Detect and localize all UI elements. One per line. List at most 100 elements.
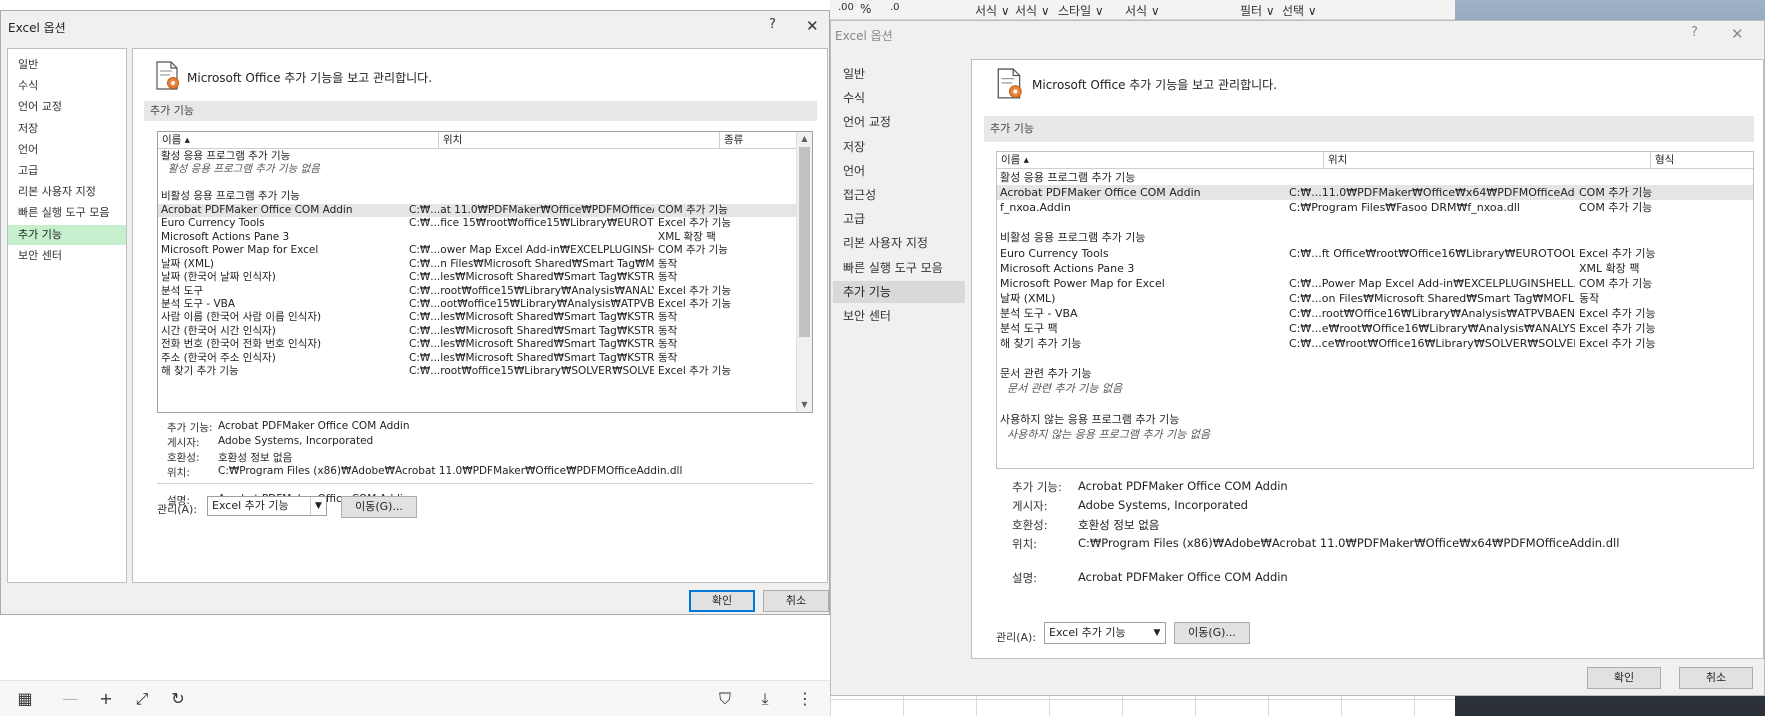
ribbon-item[interactable]: 스타일 ∨: [1058, 2, 1104, 19]
ok-button[interactable]: 확인: [1587, 667, 1661, 689]
dialog-title: Excel 옵션: [8, 21, 66, 35]
nav-item[interactable]: 언어 교정: [833, 111, 965, 133]
column-header-type[interactable]: 형식: [1651, 152, 1753, 169]
table-row[interactable]: 시간 (한국어 시간 인식자) C:₩...les₩Microsoft Share…: [158, 325, 796, 338]
table-row[interactable]: Euro Currency Tools C:₩...ft Office₩root₩…: [997, 246, 1753, 261]
ok-button[interactable]: 확인: [689, 590, 755, 612]
nav-item[interactable]: 고급: [833, 208, 965, 230]
help-button[interactable]: ?: [769, 17, 776, 32]
table-row: [158, 177, 796, 190]
table-row[interactable]: Microsoft Actions Pane 3 XML 확장 팩: [158, 231, 796, 244]
table-row[interactable]: 사람 이름 (한국어 사람 이름 인식자) C:₩...les₩Microsoft…: [158, 311, 796, 324]
go-button[interactable]: 이동(G)...: [1174, 622, 1250, 644]
nav-item[interactable]: 접근성: [833, 184, 965, 206]
nav-item[interactable]: 일반: [8, 55, 126, 75]
detail-label: 게시자:: [1012, 499, 1048, 513]
nav-item[interactable]: 리본 사용자 지정: [8, 182, 126, 202]
go-button[interactable]: 이동(G)...: [341, 496, 417, 518]
table-row[interactable]: Microsoft Power Map for Excel C:₩...Power…: [997, 276, 1753, 291]
list-scrollbar[interactable]: ▲ ▼: [796, 132, 812, 412]
addin-name: 해 찾기 추가 기능: [161, 365, 239, 378]
column-header-name[interactable]: 이름 ▴: [158, 132, 439, 149]
nav-item[interactable]: 빠른 실행 도구 모음: [8, 203, 126, 223]
cancel-button[interactable]: 취소: [763, 590, 829, 612]
nav-item[interactable]: 수식: [833, 87, 965, 109]
download-icon[interactable]: ⤓: [755, 689, 775, 709]
column-header-location[interactable]: 위치: [1324, 152, 1651, 169]
nav-item[interactable]: 일반: [833, 63, 965, 85]
scroll-down-arrow-icon[interactable]: ▼: [797, 398, 812, 412]
table-row[interactable]: 분석 도구 - VBA C:₩...root₩Office16₩Library₩A…: [997, 306, 1753, 321]
nav-item[interactable]: 저장: [8, 119, 126, 139]
table-row[interactable]: 날짜 (XML) C:₩...n Files₩Microsoft Shared₩S…: [158, 258, 796, 271]
help-button[interactable]: ?: [1691, 25, 1698, 40]
nav-item[interactable]: 빠른 실행 도구 모음: [833, 257, 965, 279]
nav-item[interactable]: 수식: [8, 76, 126, 96]
addins-list[interactable]: 이름 ▴ 위치 종류 활성 응용 프로그램 추가 기능 활성 응용 프로그램 추가…: [157, 131, 813, 413]
addin-name: 사용하지 않는 응용 프로그램 추가 기능: [1000, 412, 1180, 426]
rotate-icon[interactable]: ↻: [168, 689, 188, 708]
nav-item[interactable]: 언어 교정: [8, 97, 126, 117]
grid-icon[interactable]: ▦: [15, 689, 35, 708]
ribbon-item[interactable]: 서식 ∨: [1015, 2, 1050, 19]
nav-item[interactable]: 언어: [8, 140, 126, 160]
nav-item[interactable]: 보안 센터: [8, 246, 126, 266]
ribbon-item[interactable]: .0: [890, 2, 900, 13]
close-button[interactable]: ✕: [806, 17, 819, 35]
column-header-name[interactable]: 이름 ▴: [997, 152, 1324, 169]
addin-name: 활성 응용 프로그램 추가 기능: [1000, 171, 1136, 184]
table-row[interactable]: f_nxoa.Addin C:₩Program Files₩Fasoo DRM₩f…: [997, 200, 1753, 215]
manage-select[interactable]: Excel 추가 기능 ▼: [1044, 622, 1166, 644]
nav-item[interactable]: 고급: [8, 161, 126, 181]
table-row[interactable]: 주소 (한국어 주소 인식자) C:₩...les₩Microsoft Share…: [158, 352, 796, 365]
table-row[interactable]: Acrobat PDFMaker Office COM Addin C:₩...1…: [997, 185, 1753, 201]
chevron-down-icon: ▼: [310, 497, 326, 515]
addin-name: 날짜 (XML): [161, 257, 214, 270]
addin-name: 날짜 (XML): [1000, 291, 1056, 305]
ribbon-item[interactable]: 선택 ∨: [1282, 2, 1317, 19]
minus-icon[interactable]: —: [60, 689, 80, 708]
column-header-type[interactable]: 종류: [720, 132, 798, 149]
detail-label: 게시자:: [167, 437, 200, 449]
nav-item[interactable]: 리본 사용자 지정: [833, 232, 965, 254]
manage-select[interactable]: Excel 추가 기능 ▼: [207, 496, 327, 516]
table-row[interactable]: Microsoft Actions Pane 3 XML 확장 팩: [997, 261, 1753, 276]
addin-type: COM 추가 기능: [1579, 276, 1653, 290]
addins-panel: Microsoft Office 추가 기능을 보고 관리합니다. 추가 기능 …: [132, 48, 828, 583]
addin-type: COM 추가 기능: [658, 203, 728, 216]
nav-item[interactable]: 저장: [833, 136, 965, 158]
nav-item[interactable]: 추가 기능: [8, 224, 126, 245]
addin-name: 주소 (한국어 주소 인식자): [161, 351, 276, 364]
expand-icon[interactable]: ⤢: [132, 689, 152, 709]
addin-location: C:₩...at 11.0₩PDFMaker₩Office₩PDFMOffice…: [409, 203, 654, 216]
cancel-button[interactable]: 취소: [1679, 667, 1753, 689]
bookmark-icon[interactable]: ⛉: [715, 689, 735, 709]
addins-list[interactable]: 이름 ▴ 위치 형식 활성 응용 프로그램 추가 기능 Acrobat PDFMa…: [996, 151, 1754, 469]
ribbon-item[interactable]: %: [860, 2, 871, 16]
more-icon[interactable]: ⋮: [795, 689, 815, 708]
detail-value: C:₩Program Files (x86)₩Adobe₩Acrobat 11.…: [1078, 536, 1620, 550]
table-row[interactable]: Microsoft Power Map for Excel C:₩...ower …: [158, 244, 796, 257]
column-header-location[interactable]: 위치: [439, 132, 720, 149]
table-row[interactable]: 분석 도구 팩 C:₩...e₩root₩Office16₩Library₩Ana…: [997, 321, 1753, 336]
table-row[interactable]: Acrobat PDFMaker Office COM Addin C:₩...a…: [158, 203, 796, 218]
table-row[interactable]: 날짜 (XML) C:₩...on Files₩Microsoft Shared₩…: [997, 291, 1753, 306]
table-row[interactable]: 전화 번호 (한국어 전화 번호 인식자) C:₩...les₩Microsoft…: [158, 338, 796, 351]
nav-item[interactable]: 언어: [833, 160, 965, 182]
table-row[interactable]: 해 찾기 추가 기능 C:₩...root₩office15₩Library₩SO…: [158, 365, 796, 378]
table-row[interactable]: 해 찾기 추가 기능 C:₩...ce₩root₩Office16₩Library…: [997, 336, 1753, 351]
scroll-up-arrow-icon[interactable]: ▲: [797, 132, 812, 146]
table-row[interactable]: Euro Currency Tools C:₩...fice 15₩root₩of…: [158, 217, 796, 230]
scrollbar-thumb[interactable]: [799, 147, 810, 337]
ribbon-item[interactable]: 서식 ∨: [1125, 2, 1160, 19]
table-row[interactable]: 날짜 (한국어 날짜 인식자) C:₩...les₩Microsoft Share…: [158, 271, 796, 284]
nav-item[interactable]: 추가 기능: [833, 280, 965, 303]
table-row[interactable]: 분석 도구 - VBA C:₩...oot₩office15₩Library₩An…: [158, 298, 796, 311]
table-row[interactable]: 분석 도구 C:₩...root₩office15₩Library₩Analysi…: [158, 285, 796, 298]
ribbon-item[interactable]: 필터 ∨: [1240, 2, 1275, 19]
close-button[interactable]: ✕: [1731, 25, 1744, 43]
ribbon-item[interactable]: 서식 ∨: [975, 2, 1010, 19]
nav-item[interactable]: 보안 센터: [833, 305, 965, 327]
plus-icon[interactable]: +: [96, 689, 116, 708]
ribbon-item[interactable]: .00: [838, 2, 854, 13]
